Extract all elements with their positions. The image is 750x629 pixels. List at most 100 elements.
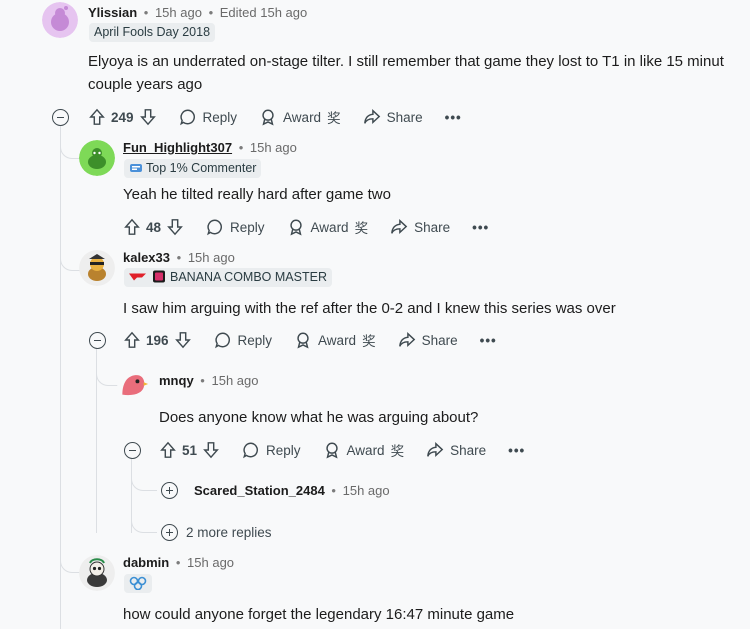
edited-label: Edited 15h ago [219, 5, 308, 20]
comment-author[interactable]: kalex33 [123, 250, 170, 265]
thread-connector [131, 490, 157, 533]
more-replies-link[interactable]: 2 more replies [186, 525, 272, 540]
vote-group: 51 [159, 441, 220, 459]
user-flair: BANANA COMBO MASTER [124, 268, 332, 287]
share-label: Share [421, 332, 458, 348]
flair-text: Top 1% Commenter [146, 161, 257, 175]
user-flair: April Fools Day 2018 [89, 23, 216, 42]
comment-bubble-icon [207, 219, 223, 236]
share-button[interactable]: Share [390, 218, 450, 236]
comment-bubble-icon [179, 109, 195, 126]
avatar[interactable] [117, 368, 149, 400]
comment-author[interactable]: Fun_Highlight307 [123, 140, 232, 155]
comment-meta: Scared_Station_2484 • 15h ago [194, 483, 390, 498]
comment-body: Elyoya is an underrated on-stage tilter.… [88, 50, 724, 96]
share-button[interactable]: Share [363, 108, 423, 126]
user-flair [124, 574, 152, 593]
comment-time[interactable]: 15h ago [155, 5, 202, 20]
reply-button[interactable]: Reply [242, 441, 301, 459]
award-button[interactable]: Award 奖 [294, 330, 376, 350]
expand-more-replies-icon[interactable] [161, 524, 178, 541]
comment-time[interactable]: 15h ago [211, 373, 258, 388]
upvote-icon[interactable] [88, 108, 106, 126]
comment-author[interactable]: mnqy [159, 373, 194, 388]
award-glyph: 奖 [362, 334, 376, 349]
avatar[interactable] [79, 555, 115, 591]
comment-meta: kalex33 • 15h ago [123, 250, 235, 265]
expand-thread-button[interactable] [161, 482, 178, 499]
separator-dot: • [175, 555, 181, 570]
comment-body: Does anyone know what he was arguing abo… [159, 409, 479, 426]
upvote-icon[interactable] [123, 331, 141, 349]
collapse-thread-button[interactable] [89, 332, 106, 349]
share-arrow-icon [427, 442, 444, 458]
share-label: Share [386, 109, 423, 125]
award-icon [297, 332, 309, 349]
more-options-button[interactable]: ••• [480, 333, 497, 348]
reply-button[interactable]: Reply [206, 218, 265, 236]
flair-text: BANANA COMBO MASTER [170, 270, 327, 284]
upvote-icon[interactable] [123, 218, 141, 236]
award-icon [289, 219, 302, 236]
share-button[interactable]: Share [398, 331, 458, 349]
avatar[interactable] [79, 140, 115, 176]
share-arrow-icon [398, 332, 415, 348]
separator-dot: • [208, 5, 214, 20]
comment-time[interactable]: 15h ago [250, 140, 297, 155]
comment-time[interactable]: 15h ago [187, 555, 234, 570]
reply-button[interactable]: Reply [179, 108, 237, 126]
comment-meta: dabmin • 15h ago [123, 555, 234, 570]
award-button[interactable]: Award 奖 [259, 107, 341, 127]
comment-bubble-icon [243, 442, 259, 459]
comment-actions: 196 Reply Award 奖 Share ••• [123, 328, 519, 352]
award-label: Award [283, 109, 322, 125]
vote-group: 48 [123, 218, 184, 236]
comment-time[interactable]: 15h ago [343, 483, 390, 498]
comment-meta: mnqy • 15h ago [159, 373, 258, 388]
separator-dot: • [143, 5, 149, 20]
separator-dot: • [238, 140, 244, 155]
comment-bubble-icon [214, 332, 230, 349]
thread-connector [60, 270, 81, 573]
snoo-avatar-icon [79, 555, 115, 591]
more-options-button[interactable]: ••• [508, 443, 525, 458]
comment-meta: Ylissian • 15h ago • Edited 15h ago [88, 5, 307, 20]
share-label: Share [414, 219, 451, 235]
comment-author[interactable]: dabmin [123, 555, 169, 570]
award-button[interactable]: Award 奖 [287, 217, 369, 237]
separator-dot: • [331, 483, 336, 498]
award-glyph: 奖 [354, 221, 369, 236]
downvote-icon[interactable] [202, 441, 220, 459]
reply-button[interactable]: Reply [214, 331, 272, 349]
share-label: Share [450, 442, 487, 458]
more-options-button[interactable]: ••• [472, 220, 489, 235]
comment-author[interactable]: Scared_Station_2484 [194, 483, 325, 498]
award-icon [325, 442, 338, 459]
downvote-icon[interactable] [166, 218, 184, 236]
reply-label: Reply [266, 442, 301, 458]
thread-connector [96, 348, 119, 386]
comment-author[interactable]: Ylissian [88, 5, 137, 20]
comment-body: how could anyone forget the legendary 16… [123, 606, 515, 623]
upvote-icon[interactable] [159, 441, 177, 459]
award-button[interactable]: Award 奖 [323, 440, 404, 460]
avatar[interactable] [42, 2, 78, 38]
collapse-thread-button[interactable] [124, 442, 141, 459]
snoo-avatar-icon [79, 250, 115, 286]
thread-connector [60, 125, 81, 159]
team-logo-icon [129, 270, 165, 283]
downvote-icon[interactable] [174, 331, 192, 349]
separator-dot: • [200, 373, 205, 388]
collapse-thread-button[interactable] [52, 109, 69, 126]
comment-time[interactable]: 15h ago [188, 250, 235, 265]
share-button[interactable]: Share [426, 441, 486, 459]
snoo-avatar-icon [79, 140, 115, 176]
vote-group: 249 [88, 108, 157, 126]
comment-meta: Fun_Highlight307 • 15h ago [123, 140, 297, 155]
avatar[interactable] [79, 250, 115, 286]
award-icon [262, 109, 274, 126]
downvote-icon[interactable] [139, 108, 157, 126]
comment-actions: 249 Reply Award 奖 Share ••• [88, 105, 484, 129]
comment-body-line: Elyoya is an underrated on-stage tilter.… [88, 53, 724, 70]
more-options-button[interactable]: ••• [445, 110, 462, 125]
